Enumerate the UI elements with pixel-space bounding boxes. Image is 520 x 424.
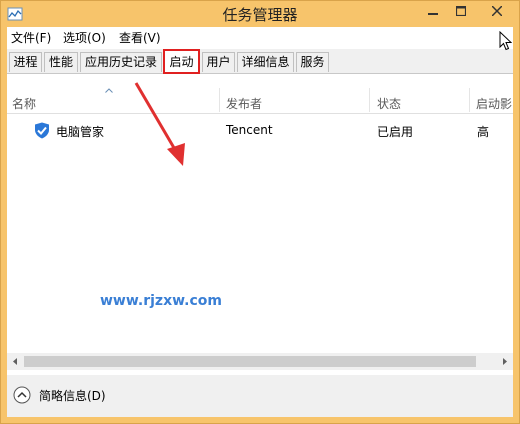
- menu-options[interactable]: 选项(O): [63, 29, 106, 46]
- scrollbar-thumb[interactable]: [24, 356, 476, 367]
- title-bar[interactable]: 任务管理器: [1, 1, 519, 27]
- footer-bar: 简略信息(D): [7, 375, 513, 417]
- table-header: 名称 发布者 状态 启动影: [7, 74, 513, 114]
- column-header-name[interactable]: 名称: [12, 95, 36, 112]
- minimize-icon: [428, 13, 438, 15]
- menu-file[interactable]: 文件(F): [11, 29, 51, 46]
- column-header-startup-impact[interactable]: 启动影: [476, 95, 512, 112]
- column-divider[interactable]: [369, 88, 370, 112]
- sort-ascending-icon: [105, 88, 113, 93]
- tab-app-history[interactable]: 应用历史记录: [80, 52, 162, 72]
- table-row[interactable]: 电脑管家 Tencent 已启用 高: [7, 120, 513, 142]
- row-impact: 高: [477, 125, 490, 139]
- column-header-publisher[interactable]: 发布者: [226, 95, 262, 112]
- row-publisher: Tencent: [226, 123, 273, 137]
- tab-details[interactable]: 详细信息: [237, 52, 294, 72]
- row-name: 电脑管家: [56, 125, 105, 139]
- horizontal-scrollbar[interactable]: [7, 353, 513, 370]
- maximize-button[interactable]: [447, 1, 475, 21]
- row-status: 已启用: [377, 125, 414, 139]
- scroll-right-icon[interactable]: [496, 353, 513, 370]
- tab-strip: 进程 性能 应用历史记录 启动 用户 详细信息 服务: [7, 49, 513, 74]
- column-divider[interactable]: [219, 88, 220, 112]
- tab-services[interactable]: 服务: [296, 52, 329, 72]
- tab-performance[interactable]: 性能: [44, 52, 78, 72]
- column-header-status[interactable]: 状态: [377, 95, 401, 112]
- fewer-details-link[interactable]: 简略信息(D): [39, 387, 106, 404]
- column-divider[interactable]: [469, 88, 470, 112]
- maximize-icon: [456, 6, 466, 16]
- mouse-cursor-icon: [499, 31, 512, 51]
- tab-startup[interactable]: 启动: [163, 49, 200, 74]
- minimize-button[interactable]: [419, 1, 447, 21]
- menu-bar: 文件(F) 选项(O) 查看(V): [7, 27, 513, 47]
- scroll-left-icon[interactable]: [7, 353, 24, 370]
- pc-manager-shield-icon: [35, 122, 49, 139]
- watermark-text: www.rjzxw.com: [100, 293, 222, 309]
- tab-processes[interactable]: 进程: [9, 52, 42, 72]
- tab-users[interactable]: 用户: [202, 52, 235, 72]
- close-icon: [492, 6, 502, 16]
- task-manager-window: 任务管理器 文件(F) 选项(O) 查看(V) 进程 性能 应用历史记录 启动 …: [0, 0, 520, 424]
- client-area: 文件(F) 选项(O) 查看(V) 进程 性能 应用历史记录 启动 用户 详细信…: [7, 27, 513, 417]
- collapse-details-icon[interactable]: [13, 386, 31, 404]
- close-button[interactable]: [475, 1, 519, 21]
- menu-view[interactable]: 查看(V): [119, 29, 161, 46]
